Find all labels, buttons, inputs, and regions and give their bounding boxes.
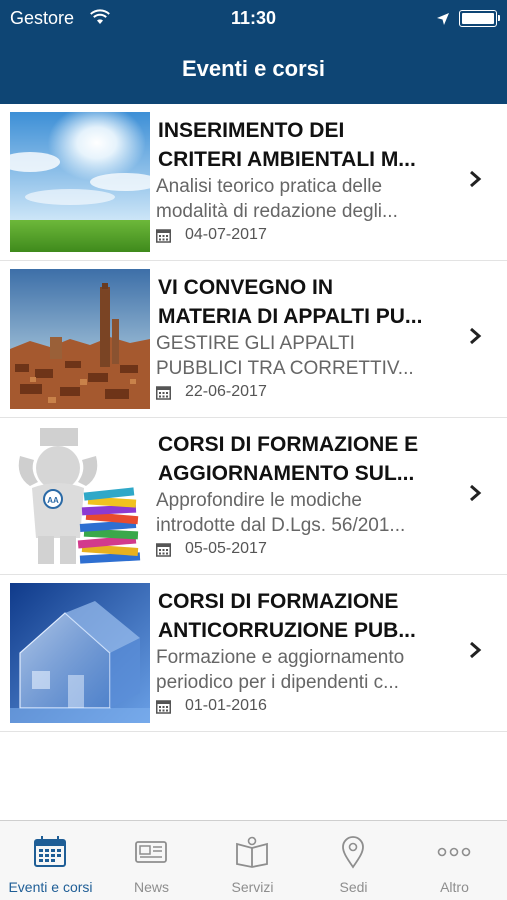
map-pin-icon [342,836,364,869]
event-date: 01-01-2016 [156,697,267,715]
event-description: Analisi teorico pratica delle modalità d… [156,176,398,222]
tab-servizi[interactable]: Servizi [202,821,303,900]
event-row[interactable]: VI CONVEGNO IN MATERIA DI APPALTI PU... … [0,261,507,418]
calendar-icon [156,385,171,400]
page-title: Eventi e corsi [181,56,326,81]
tab-label: Altro [440,879,469,895]
event-date: 04-07-2017 [156,226,267,244]
status-bar: Gestore 11:30 [0,0,507,36]
events-list: INSERIMENTO DEI CRITERI AMBIENTALI M... … [0,104,507,732]
battery-icon [459,10,500,27]
event-row[interactable]: AA CORSI DI FORMAZIONE E AGGIORNAMENTO S… [0,418,507,575]
event-row[interactable]: CORSI DI FORMAZIONE ANTICORRUZIONE PUB..… [0,575,507,732]
event-row[interactable]: INSERIMENTO DEI CRITERI AMBIENTALI M... … [0,104,507,261]
tab-news[interactable]: News [101,821,202,900]
tab-sedi[interactable]: Sedi [303,821,404,900]
calendar-icon [34,836,66,867]
event-title: CORSI DI FORMAZIONE ANTICORRUZIONE PUB..… [158,590,416,642]
calendar-icon [156,699,171,714]
event-description: GESTIRE GLI APPALTI PUBBLICI TRA CORRETT… [156,333,414,379]
chevron-right-icon [470,327,482,345]
tab-label: News [133,879,169,895]
event-image-glass-house [10,583,150,723]
location-arrow-icon [436,10,450,31]
tab-altro[interactable]: Altro [404,821,505,900]
chevron-right-icon [470,170,482,188]
book-icon [236,836,268,868]
newspaper-icon [135,841,167,863]
event-title: INSERIMENTO DEI CRITERI AMBIENTALI M... [158,119,416,171]
more-icon [437,847,471,857]
event-image-bologna-towers [10,269,150,409]
event-title: CORSI DI FORMAZIONE E AGGIORNAMENTO SUL.… [158,433,419,485]
chevron-right-icon [470,484,482,502]
event-image-sky-meadow [10,112,150,252]
tab-label: Eventi e corsi [8,879,93,895]
tab-bar: Eventi e corsi News Servizi Sedi Altro [0,820,507,900]
calendar-icon [156,542,171,557]
event-date: 05-05-2017 [156,540,267,558]
svg-text:AA: AA [47,496,59,505]
event-title: VI CONVEGNO IN MATERIA DI APPALTI PU... [158,276,423,328]
top-bar: Gestore 11:30 Eventi e corsi [0,0,507,104]
tab-label: Servizi [231,879,274,895]
event-image-figure-with-books: AA [10,426,150,566]
event-date: 22-06-2017 [156,383,267,401]
tab-label: Sedi [339,879,368,895]
event-description: Approfondire le modiche introdotte dal D… [156,490,406,536]
event-description: Formazione e aggiornamento periodico per… [156,647,405,693]
chevron-right-icon [470,641,482,659]
clock: 11:30 [230,8,277,28]
tab-eventi-e-corsi[interactable]: Eventi e corsi [0,821,101,900]
calendar-icon [156,228,171,243]
